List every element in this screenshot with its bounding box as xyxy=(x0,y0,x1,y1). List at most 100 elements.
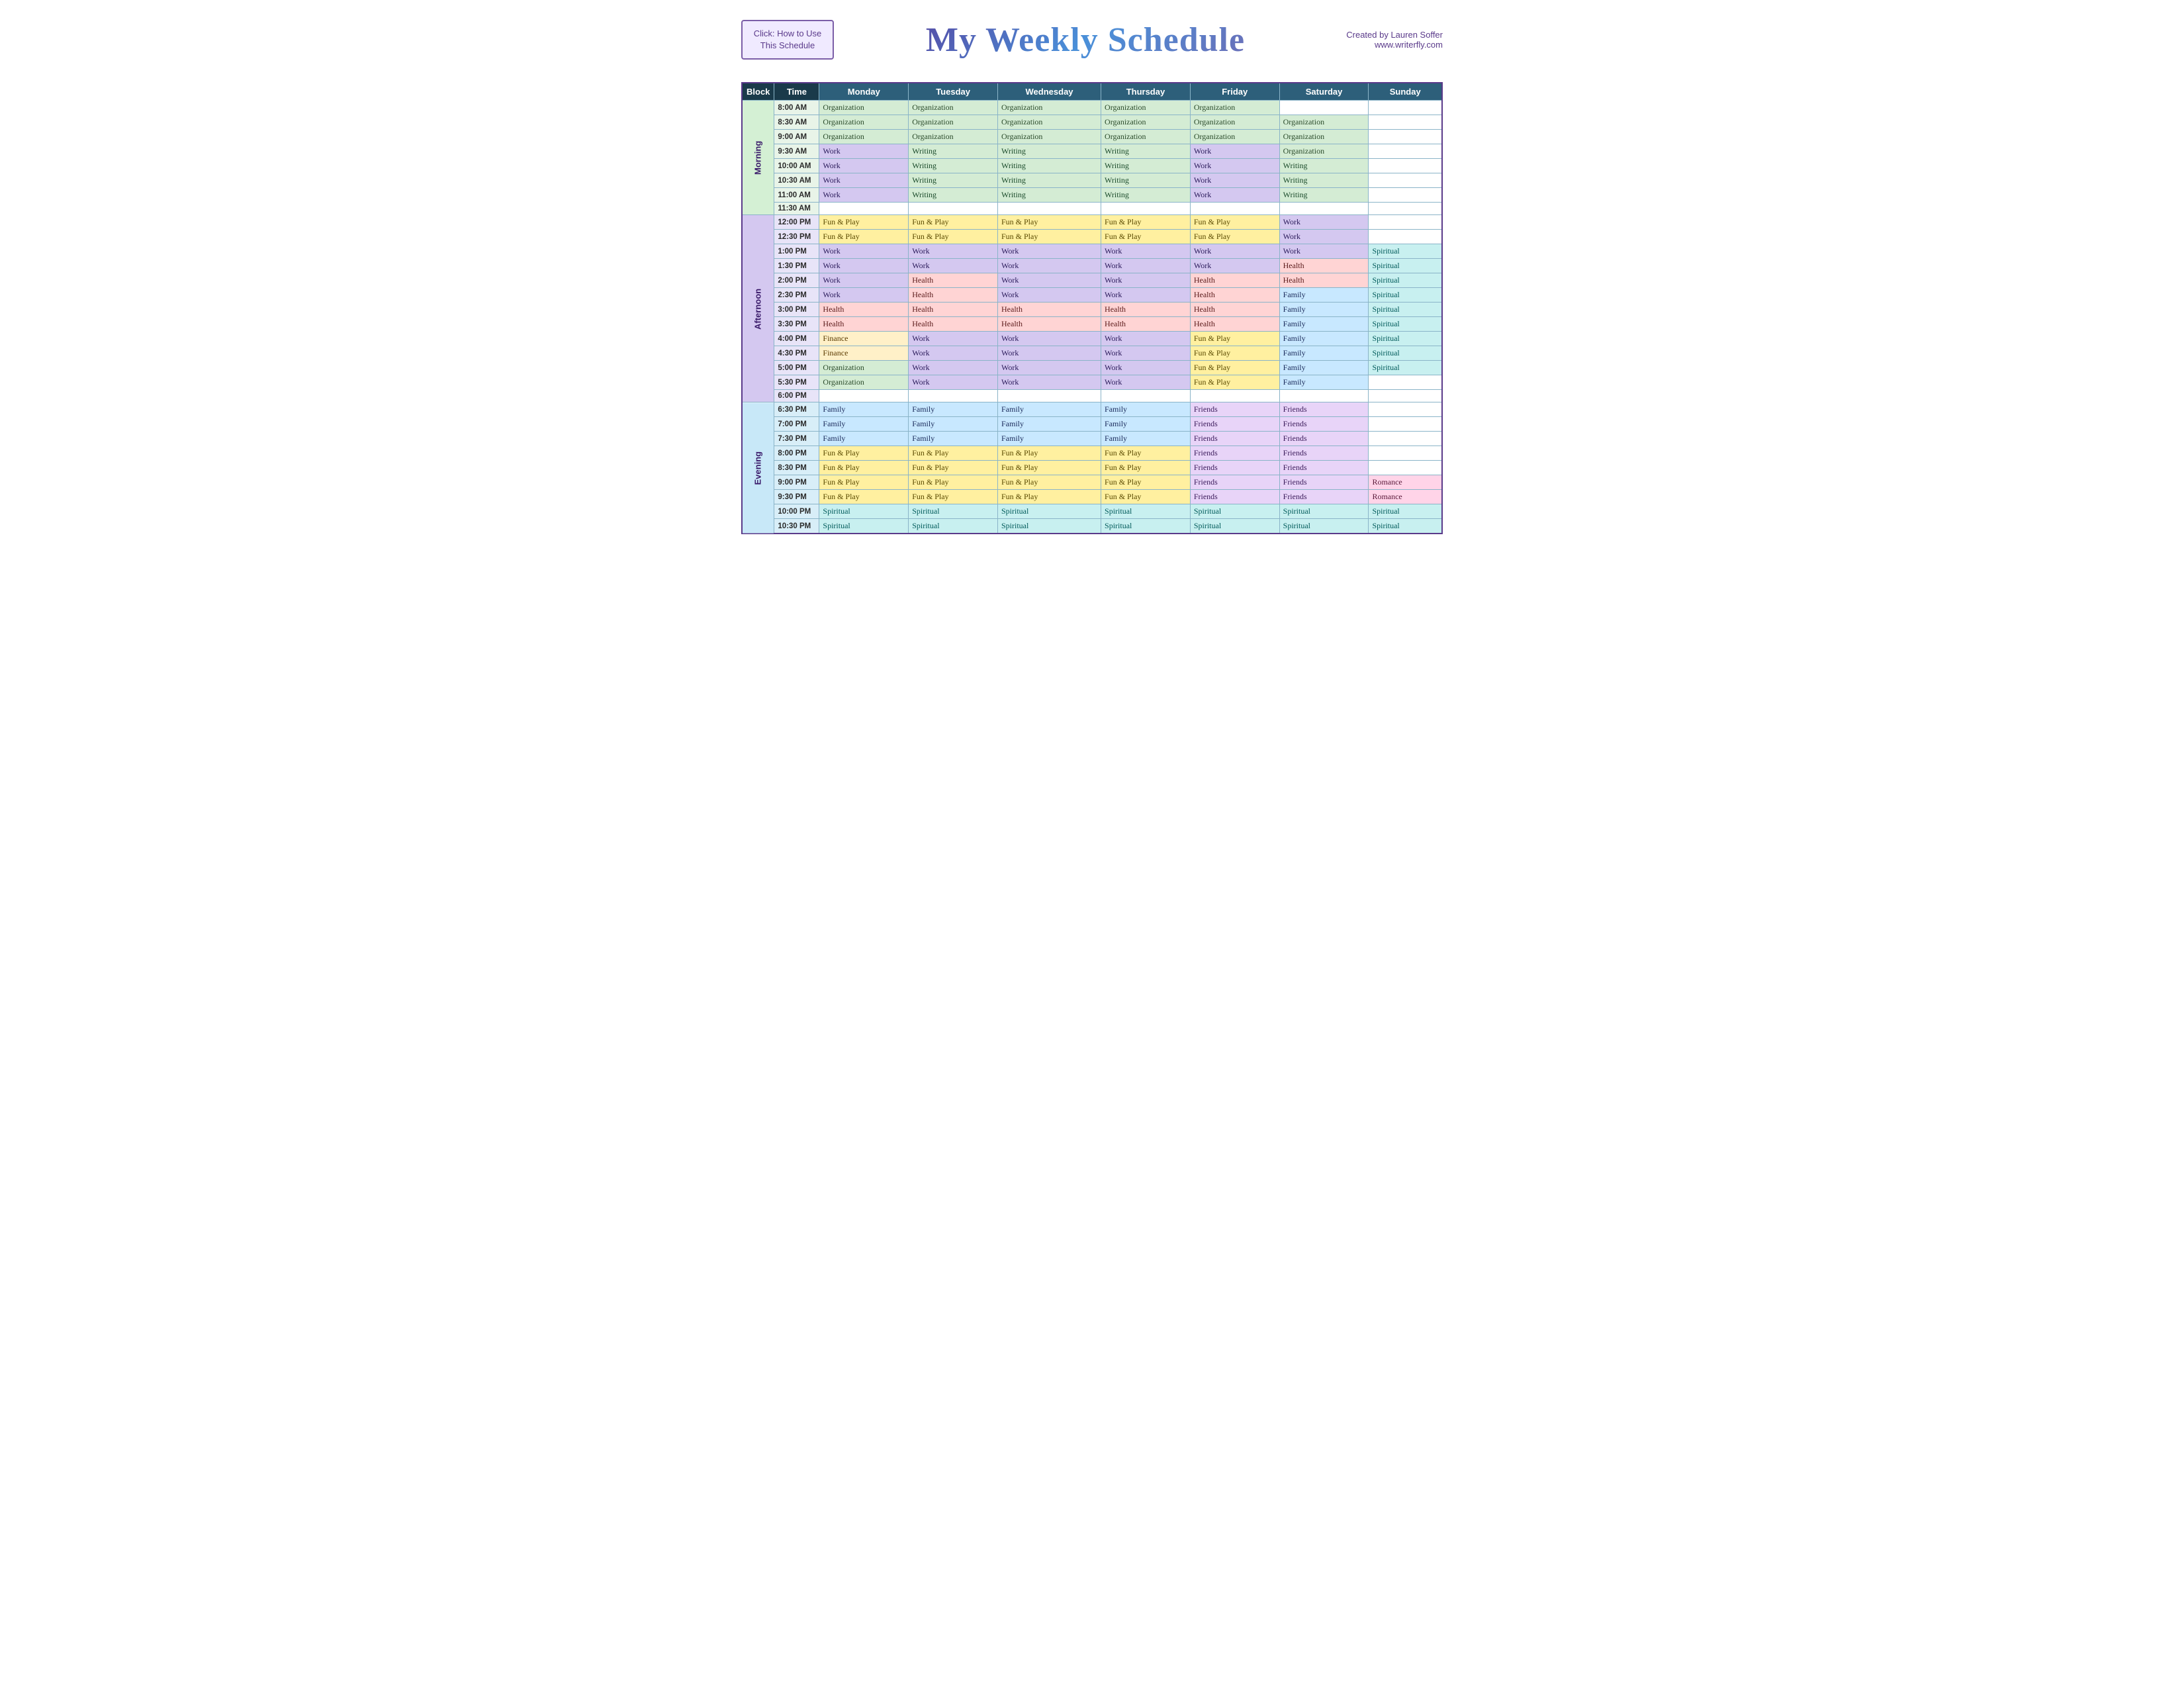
cell-sat-6-30-pm: Friends xyxy=(1279,402,1369,417)
cell-wed-1-30-pm: Work xyxy=(998,259,1101,273)
cell-sun-10-30-am xyxy=(1369,173,1442,188)
cell-tue-7-30-pm: Family xyxy=(909,432,998,446)
time-cell: 10:00 AM xyxy=(774,159,819,173)
cell-sun-12-00-pm xyxy=(1369,215,1442,230)
cell-thu-6-30-pm: Family xyxy=(1101,402,1191,417)
how-to-use-button[interactable]: Click: How to UseThis Schedule xyxy=(741,20,834,60)
time-cell: 10:00 PM xyxy=(774,504,819,519)
cell-tue-7-00-pm: Family xyxy=(909,417,998,432)
cell-wed-9-30-pm: Fun & Play xyxy=(998,490,1101,504)
cell-thu-11-30-am xyxy=(1101,203,1191,215)
cell-wed-8-00-pm: Fun & Play xyxy=(998,446,1101,461)
cell-wed-6-00-pm xyxy=(998,390,1101,402)
cell-sun-6-30-pm xyxy=(1369,402,1442,417)
cell-fri-10-30-am: Work xyxy=(1190,173,1279,188)
table-row: 1:00 PMWorkWorkWorkWorkWorkWorkSpiritual xyxy=(742,244,1442,259)
cell-fri-10-00-am: Work xyxy=(1190,159,1279,173)
time-cell: 9:00 PM xyxy=(774,475,819,490)
table-row: 8:00 PMFun & PlayFun & PlayFun & PlayFun… xyxy=(742,446,1442,461)
cell-fri-7-00-pm: Friends xyxy=(1190,417,1279,432)
cell-tue-3-00-pm: Health xyxy=(909,303,998,317)
time-cell: 8:30 AM xyxy=(774,115,819,130)
cell-fri-4-30-pm: Fun & Play xyxy=(1190,346,1279,361)
cell-tue-3-30-pm: Health xyxy=(909,317,998,332)
cell-sun-4-00-pm: Spiritual xyxy=(1369,332,1442,346)
cell-sun-5-30-pm xyxy=(1369,375,1442,390)
cell-mon-2-00-pm: Work xyxy=(819,273,909,288)
cell-mon-2-30-pm: Work xyxy=(819,288,909,303)
cell-thu-3-00-pm: Health xyxy=(1101,303,1191,317)
cell-sun-2-30-pm: Spiritual xyxy=(1369,288,1442,303)
table-row: 9:30 AMWorkWritingWritingWritingWorkOrga… xyxy=(742,144,1442,159)
cell-thu-10-30-pm: Spiritual xyxy=(1101,519,1191,534)
cell-fri-8-00-pm: Friends xyxy=(1190,446,1279,461)
cell-mon-9-30-am: Work xyxy=(819,144,909,159)
cell-thu-4-00-pm: Work xyxy=(1101,332,1191,346)
cell-wed-2-00-pm: Work xyxy=(998,273,1101,288)
cell-mon-5-00-pm: Organization xyxy=(819,361,909,375)
cell-wed-4-30-pm: Work xyxy=(998,346,1101,361)
cell-sun-9-30-am xyxy=(1369,144,1442,159)
time-cell: 12:30 PM xyxy=(774,230,819,244)
cell-mon-11-30-am xyxy=(819,203,909,215)
cell-mon-11-00-am: Work xyxy=(819,188,909,203)
table-row: 2:00 PMWorkHealthWorkWorkHealthHealthSpi… xyxy=(742,273,1442,288)
wednesday-header: Wednesday xyxy=(998,83,1101,101)
schedule-table: Block Time Monday Tuesday Wednesday Thur… xyxy=(741,82,1443,534)
cell-wed-11-30-am xyxy=(998,203,1101,215)
table-row: 1:30 PMWorkWorkWorkWorkWorkHealthSpiritu… xyxy=(742,259,1442,273)
time-cell: 10:30 AM xyxy=(774,173,819,188)
table-row: 3:30 PMHealthHealthHealthHealthHealthFam… xyxy=(742,317,1442,332)
cell-fri-9-00-am: Organization xyxy=(1190,130,1279,144)
table-row: 5:00 PMOrganizationWorkWorkWorkFun & Pla… xyxy=(742,361,1442,375)
cell-sat-2-00-pm: Health xyxy=(1279,273,1369,288)
cell-wed-8-00-am: Organization xyxy=(998,101,1101,115)
time-cell: 10:30 PM xyxy=(774,519,819,534)
table-row: 4:30 PMFinanceWorkWorkWorkFun & PlayFami… xyxy=(742,346,1442,361)
table-row: Afternoon12:00 PMFun & PlayFun & PlayFun… xyxy=(742,215,1442,230)
time-cell: 7:00 PM xyxy=(774,417,819,432)
time-cell: 9:30 AM xyxy=(774,144,819,159)
table-row: 2:30 PMWorkHealthWorkWorkHealthFamilySpi… xyxy=(742,288,1442,303)
tuesday-header: Tuesday xyxy=(909,83,998,101)
cell-tue-1-30-pm: Work xyxy=(909,259,998,273)
monday-header: Monday xyxy=(819,83,909,101)
time-cell: 8:00 PM xyxy=(774,446,819,461)
cell-mon-6-00-pm xyxy=(819,390,909,402)
cell-wed-9-30-am: Writing xyxy=(998,144,1101,159)
table-row: 4:00 PMFinanceWorkWorkWorkFun & PlayFami… xyxy=(742,332,1442,346)
cell-sun-7-30-pm xyxy=(1369,432,1442,446)
cell-thu-3-30-pm: Health xyxy=(1101,317,1191,332)
cell-mon-7-00-pm: Family xyxy=(819,417,909,432)
cell-thu-7-30-pm: Family xyxy=(1101,432,1191,446)
cell-sat-7-00-pm: Friends xyxy=(1279,417,1369,432)
cell-tue-9-30-am: Writing xyxy=(909,144,998,159)
cell-thu-8-30-am: Organization xyxy=(1101,115,1191,130)
table-row: 3:00 PMHealthHealthHealthHealthHealthFam… xyxy=(742,303,1442,317)
table-row: Morning8:00 AMOrganizationOrganizationOr… xyxy=(742,101,1442,115)
cell-fri-10-00-pm: Spiritual xyxy=(1190,504,1279,519)
cell-thu-2-30-pm: Work xyxy=(1101,288,1191,303)
cell-sat-11-30-am xyxy=(1279,203,1369,215)
table-row: 8:30 AMOrganizationOrganizationOrganizat… xyxy=(742,115,1442,130)
cell-sun-9-00-pm: Romance xyxy=(1369,475,1442,490)
time-cell: 1:00 PM xyxy=(774,244,819,259)
cell-wed-8-30-pm: Fun & Play xyxy=(998,461,1101,475)
cell-sun-1-30-pm: Spiritual xyxy=(1369,259,1442,273)
cell-fri-5-30-pm: Fun & Play xyxy=(1190,375,1279,390)
block-label-evening: Evening xyxy=(742,402,774,534)
cell-tue-6-00-pm xyxy=(909,390,998,402)
cell-sun-3-00-pm: Spiritual xyxy=(1369,303,1442,317)
time-cell: 9:00 AM xyxy=(774,130,819,144)
cell-fri-1-00-pm: Work xyxy=(1190,244,1279,259)
block-label-morning: Morning xyxy=(742,101,774,215)
title-text: My Weekly Schedule xyxy=(834,21,1337,60)
table-row: Evening6:30 PMFamilyFamilyFamilyFamilyFr… xyxy=(742,402,1442,417)
saturday-header: Saturday xyxy=(1279,83,1369,101)
cell-sun-10-00-am xyxy=(1369,159,1442,173)
page-header: Click: How to UseThis Schedule My Weekly… xyxy=(741,13,1443,66)
cell-wed-7-30-pm: Family xyxy=(998,432,1101,446)
cell-fri-9-30-am: Work xyxy=(1190,144,1279,159)
cell-fri-2-00-pm: Health xyxy=(1190,273,1279,288)
cell-fri-12-30-pm: Fun & Play xyxy=(1190,230,1279,244)
